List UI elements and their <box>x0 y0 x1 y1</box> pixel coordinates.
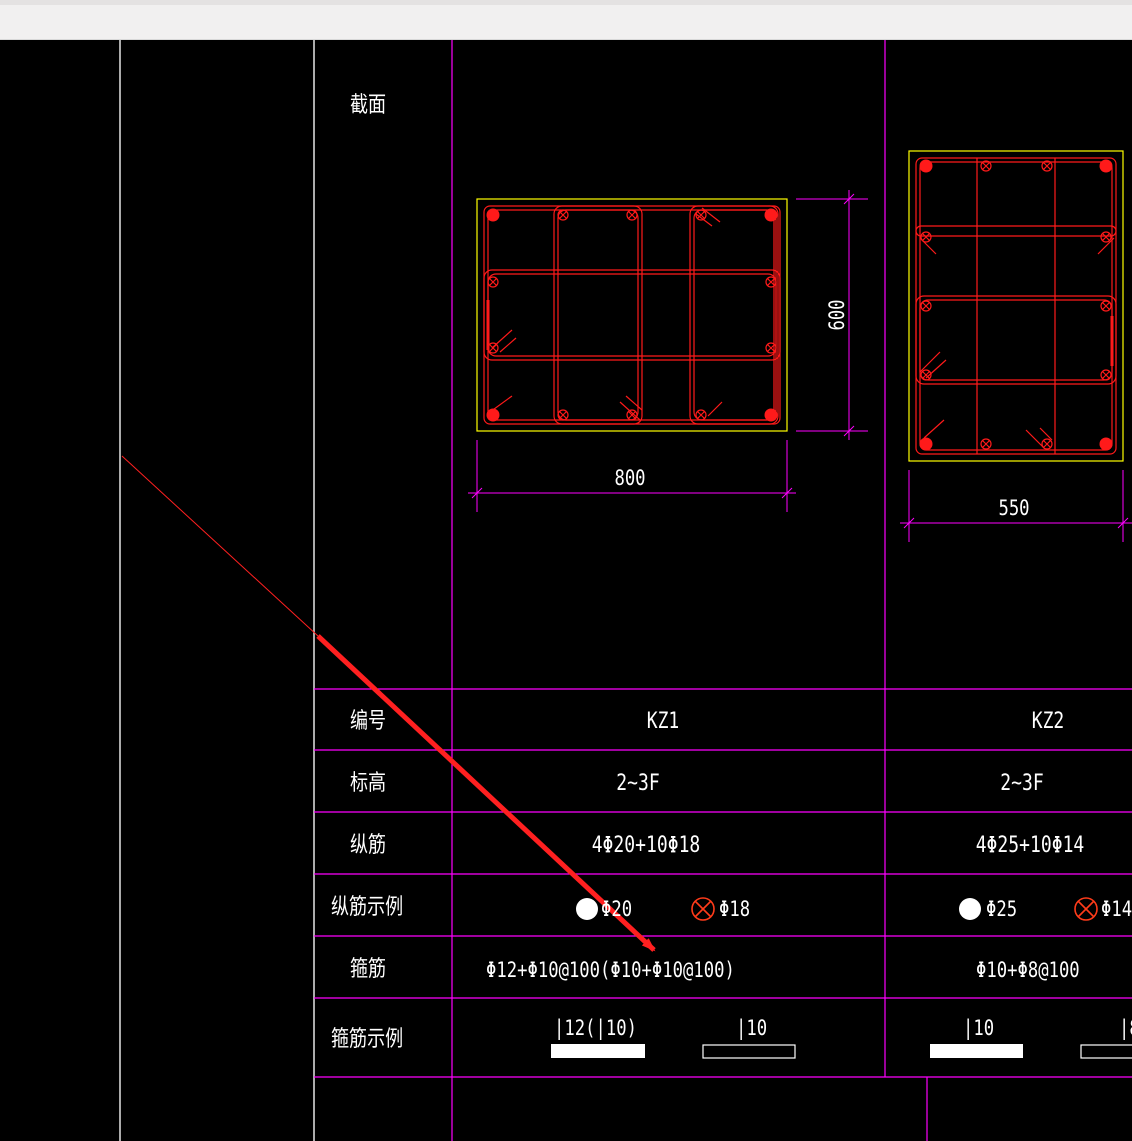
kz1-side-bar-symbol <box>691 897 715 921</box>
kz1-corner-bars <box>486 208 778 422</box>
row-label-stirrups: 箍筋 <box>350 957 387 982</box>
kz1-inner-stirrup-legend: |10 <box>736 1016 768 1040</box>
kz2-side-bar-legend: Φ14 <box>1101 897 1132 921</box>
kz2-outer-stirrup-legend: |10 <box>963 1016 995 1040</box>
kz2-side-bar-symbol <box>1074 897 1098 921</box>
kz1-section-drawing <box>468 190 868 512</box>
row-label-elevation: 标高 <box>350 771 387 796</box>
kz1-outer-stirrup-bar <box>551 1044 645 1058</box>
bar-legend-symbols <box>576 897 1098 921</box>
kz1-code: KZ1 <box>646 709 680 734</box>
kz2-code: KZ2 <box>1031 709 1065 734</box>
kz1-side-bars <box>487 209 777 421</box>
section-label: 截面 <box>350 93 387 118</box>
kz1-corner-bar-symbol <box>576 898 598 920</box>
kz2-corner-bar-symbol <box>959 898 981 920</box>
row-label-longitudinal-bars: 纵筋 <box>350 833 387 858</box>
kz1-elevation: 2~3F <box>616 771 660 796</box>
kz2-stirrups: Φ10+Φ8@100 <box>976 958 1080 982</box>
kz2-corner-bars <box>919 159 1113 451</box>
kz1-corner-bar-legend: Φ20 <box>601 897 633 921</box>
stirrup-legend-symbols <box>551 1044 1132 1059</box>
kz2-longitudinal-bars: 4Φ25+10Φ14 <box>975 833 1085 858</box>
kz2-side-bars <box>920 160 1112 450</box>
drawing-frame-lines <box>119 40 315 1141</box>
kz1-width-dimension: 800 <box>614 466 646 490</box>
row-label-stirrup-legend: 箍筋示例 <box>331 1027 404 1052</box>
kz1-longitudinal-bars: 4Φ20+10Φ18 <box>591 833 701 858</box>
kz1-stirrups <box>483 205 781 425</box>
kz1-outer-stirrup-legend: |12(|10) <box>554 1016 637 1040</box>
kz2-inner-stirrup-legend: |8 <box>1119 1016 1132 1040</box>
kz1-inner-stirrup-bar <box>702 1044 796 1059</box>
row-label-bar-legend: 纵筋示例 <box>331 895 404 920</box>
kz2-width-dimension: 550 <box>998 496 1030 520</box>
annotation-arrow <box>121 455 656 952</box>
kz1-dimension-lines <box>468 190 868 512</box>
kz2-concrete-outline <box>908 150 1124 462</box>
kz2-corner-bar-legend: Φ25 <box>986 897 1018 921</box>
kz1-height-dimension: 600 <box>825 299 849 331</box>
row-label-code: 编号 <box>350 709 387 734</box>
kz1-side-bar-legend: Φ18 <box>719 897 751 921</box>
kz2-stirrups <box>915 157 1117 455</box>
kz2-section-drawing <box>900 150 1132 542</box>
kz2-inner-stirrup-bar <box>1080 1044 1132 1059</box>
kz1-concrete-outline <box>476 198 788 432</box>
kz2-elevation: 2~3F <box>1000 771 1044 796</box>
kz2-outer-stirrup-bar <box>930 1044 1023 1058</box>
kz1-stirrups: Φ12+Φ10@100(Φ10+Φ10@100) <box>486 958 735 982</box>
